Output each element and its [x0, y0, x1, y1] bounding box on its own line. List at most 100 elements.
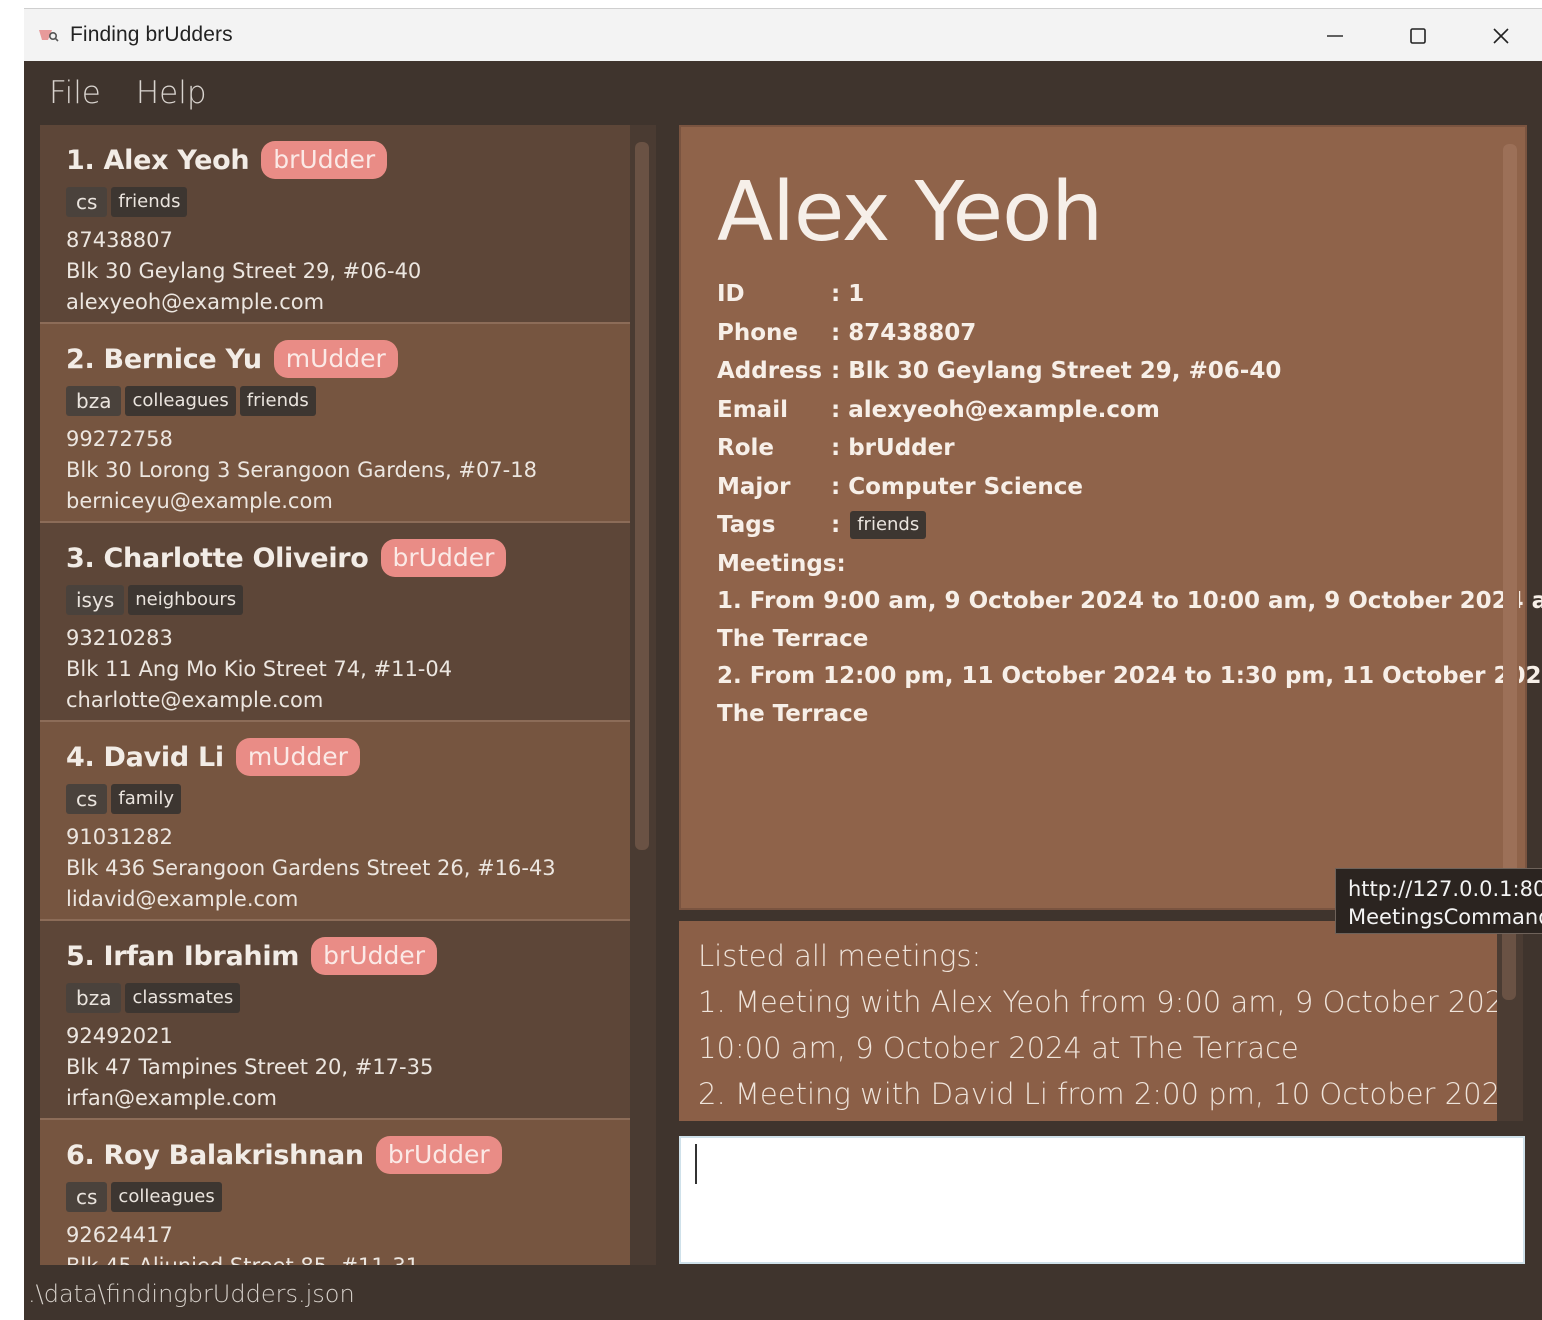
person-email: charlotte@example.com	[66, 688, 324, 712]
person-name: 4. David Li	[66, 741, 224, 773]
result-line: 2. Meeting with David Li from 2:00 pm, 1…	[698, 1077, 1497, 1111]
text-caret	[695, 1144, 697, 1184]
detail-address-value: : Blk 30 Geylang Street 29, #06-40	[831, 358, 1282, 385]
person-email: alexyeoh@example.com	[66, 290, 325, 314]
list-scrollbar-thumb[interactable]	[635, 142, 649, 850]
title-bar[interactable]: Finding brUdders	[24, 8, 1542, 61]
minimize-icon	[1326, 34, 1343, 37]
person-email: lidavid@example.com	[66, 887, 299, 911]
major-tag: bza	[66, 386, 122, 416]
detail-email-value: : alexyeoh@example.com	[831, 396, 1160, 423]
person-name: 3. Charlotte Oliveiro	[66, 542, 369, 574]
person-detail-panel: Alex Yeoh ID : 1 Phone : 87438807 Addres…	[679, 125, 1542, 910]
result-display[interactable]: Listed all meetings: 1. Meeting with Ale…	[679, 921, 1497, 1121]
detail-major-label: Major	[717, 473, 791, 500]
detail-role-label: Role	[717, 435, 774, 462]
person-card[interactable]: 4. David Li mUdder cs family 91031282 Bl…	[40, 722, 630, 919]
meeting-line: 1. From 9:00 am, 9 October 2024 to 10:00…	[717, 588, 1542, 614]
status-bar-path: .\data\findingbrUdders.json	[24, 1270, 1542, 1320]
person-card[interactable]: 6. Roy Balakrishnan brUdder cs colleague…	[40, 1120, 630, 1265]
person-phone: 93210283	[66, 626, 173, 650]
person-list[interactable]: 1. Alex Yeoh brUdder cs friends 87438807…	[40, 125, 656, 1265]
detail-meetings-label: Meetings	[717, 550, 837, 577]
tag: colleagues	[111, 1182, 222, 1212]
meeting-line: 2. From 12:00 pm, 11 October 2024 to 1:3…	[717, 663, 1542, 689]
detail-tags-colon: :	[831, 512, 841, 539]
tooltip-url: http://127.0.0.1:8080	[1348, 877, 1542, 901]
person-address: Blk 47 Tampines Street 20, #17-35	[66, 1055, 434, 1079]
result-line: 1. Meeting with Alex Yeoh from 9:00 am, …	[698, 985, 1497, 1019]
person-address: Blk 45 Aljunied Street 85, #11-31	[66, 1251, 604, 1265]
person-phone: 99272758	[66, 427, 173, 451]
detail-name: Alex Yeoh	[717, 165, 1103, 260]
person-address: Blk 11 Ang Mo Kio Street 74, #11-04	[66, 657, 453, 681]
app-window: Finding brUdders File Help 1. Alex Yeoh …	[24, 8, 1542, 1320]
detail-role-value: : brUdder	[831, 435, 955, 462]
person-name: 5. Irfan Ibrahim	[66, 940, 300, 972]
role-badge: mUdder	[235, 738, 360, 776]
tag: friends	[111, 187, 188, 217]
app-logo-icon	[38, 28, 60, 42]
person-phone: 87438807	[66, 228, 173, 252]
person-card[interactable]: 2. Bernice Yu mUdder bza colleagues frie…	[40, 324, 630, 521]
person-phone: 91031282	[66, 825, 173, 849]
tag: classmates	[125, 983, 241, 1013]
detail-id-value: : 1	[831, 281, 865, 308]
meeting-line: The Terrace	[717, 700, 869, 727]
detail-scrollbar-thumb[interactable]	[1503, 144, 1517, 884]
result-scrollbar-thumb[interactable]	[1502, 928, 1516, 1000]
major-tag: cs	[66, 784, 108, 814]
window-controls	[1293, 9, 1542, 62]
person-email: irfan@example.com	[66, 1086, 277, 1110]
detail-meetings-colon: :	[836, 550, 846, 577]
detail-major-value: : Computer Science	[831, 473, 1083, 500]
person-name: 1. Alex Yeoh	[66, 144, 250, 176]
person-card[interactable]: 3. Charlotte Oliveiro brUdder isys neigh…	[40, 523, 630, 720]
tooltip-command: MeetingsCommand	[1348, 905, 1542, 929]
tag: neighbours	[128, 585, 244, 615]
role-badge: brUdder	[380, 539, 507, 577]
command-input[interactable]	[679, 1136, 1525, 1264]
major-tag: bza	[66, 983, 122, 1013]
major-tag: isys	[66, 585, 125, 615]
menu-bar: File Help	[24, 61, 1542, 125]
person-address: Blk 30 Geylang Street 29, #06-40	[66, 259, 422, 283]
person-name: 6. Roy Balakrishnan	[66, 1139, 364, 1171]
person-card[interactable]: 5. Irfan Ibrahim brUdder bza classmates …	[40, 921, 630, 1118]
menu-help[interactable]: Help	[136, 75, 207, 111]
detail-tags-label: Tags	[717, 512, 776, 539]
person-phone: 92492021	[66, 1024, 173, 1048]
person-card[interactable]: 1. Alex Yeoh brUdder cs friends 87438807…	[40, 125, 630, 322]
role-badge: brUdder	[261, 141, 388, 179]
detail-email-label: Email	[717, 396, 788, 423]
role-badge: brUdder	[311, 937, 437, 975]
person-address: Blk 436 Serangoon Gardens Street 26, #16…	[66, 856, 556, 880]
menu-file[interactable]: File	[49, 75, 101, 111]
detail-address-label: Address	[717, 358, 823, 385]
detail-phone-label: Phone	[717, 319, 799, 346]
major-tag: cs	[66, 187, 108, 217]
person-email: berniceyu@example.com	[66, 489, 333, 513]
maximize-button[interactable]	[1376, 9, 1459, 62]
minimize-button[interactable]	[1293, 9, 1376, 62]
detail-id-label: ID	[717, 281, 745, 308]
major-tag: cs	[66, 1182, 108, 1212]
window-title: Finding brUdders	[70, 23, 233, 46]
detail-tag: friends	[850, 511, 927, 540]
close-icon	[1492, 27, 1509, 44]
detail-phone-value: : 87438807	[831, 319, 977, 346]
close-button[interactable]	[1459, 9, 1542, 62]
detail-fields: ID : 1 Phone : 87438807 Address : Blk 30…	[717, 275, 1542, 733]
person-name: 2. Bernice Yu	[66, 343, 262, 375]
person-address: Blk 30 Lorong 3 Serangoon Gardens, #07-1…	[66, 458, 537, 482]
result-line: Listed all meetings:	[698, 939, 982, 973]
role-badge: mUdder	[273, 340, 398, 378]
tooltip: http://127.0.0.1:8080 MeetingsCommand	[1335, 868, 1542, 934]
tag: family	[111, 784, 181, 814]
tag: colleagues	[125, 386, 236, 416]
maximize-icon	[1409, 27, 1426, 44]
result-line: 10:00 am, 9 October 2024 at The Terrace	[698, 1031, 1299, 1065]
meeting-line: The Terrace	[717, 625, 869, 652]
tag: friends	[239, 386, 316, 416]
person-phone: 92624417	[66, 1223, 173, 1247]
